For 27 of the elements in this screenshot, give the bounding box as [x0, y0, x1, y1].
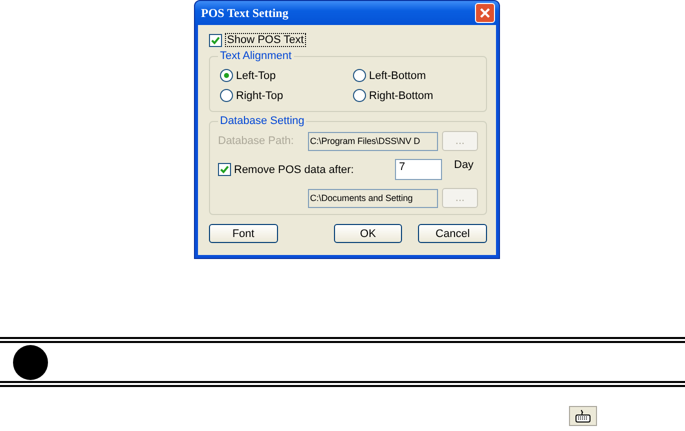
close-button[interactable] [475, 3, 495, 23]
dialog-button[interactable]: Cancel [418, 224, 488, 243]
radio-label[interactable]: Left-Top [236, 70, 276, 82]
check-icon [211, 36, 220, 44]
field-label: Database Path: [218, 135, 295, 147]
check-icon [220, 165, 229, 174]
days-input[interactable]: 7 [395, 159, 442, 180]
close-icon [479, 7, 491, 19]
radio-label[interactable]: Right-Top [236, 90, 284, 102]
window-title: POS Text Setting [201, 6, 288, 20]
checkbox[interactable] [218, 163, 231, 176]
checkbox[interactable] [209, 34, 222, 46]
radio-label[interactable]: Right-Bottom [369, 90, 434, 102]
checkbox-label[interactable]: Show POS Text [225, 33, 306, 47]
dialog-button[interactable]: OK [334, 224, 402, 243]
group-title: Database Setting [219, 115, 306, 127]
dialog-button[interactable]: Font [209, 224, 278, 243]
radio-button[interactable] [353, 89, 366, 102]
radio-button[interactable] [353, 69, 366, 82]
radio-button[interactable] [220, 89, 233, 102]
path-field[interactable]: C:\Documents and Setting [308, 188, 438, 208]
keyboard-icon[interactable] [569, 406, 597, 426]
radio-label[interactable]: Left-Bottom [369, 70, 426, 82]
radio-button[interactable] [220, 69, 233, 82]
checkbox-label[interactable]: Remove POS data after: [234, 164, 354, 176]
unit-label: Day [453, 159, 475, 171]
group-title: Text Alignment [219, 50, 293, 62]
